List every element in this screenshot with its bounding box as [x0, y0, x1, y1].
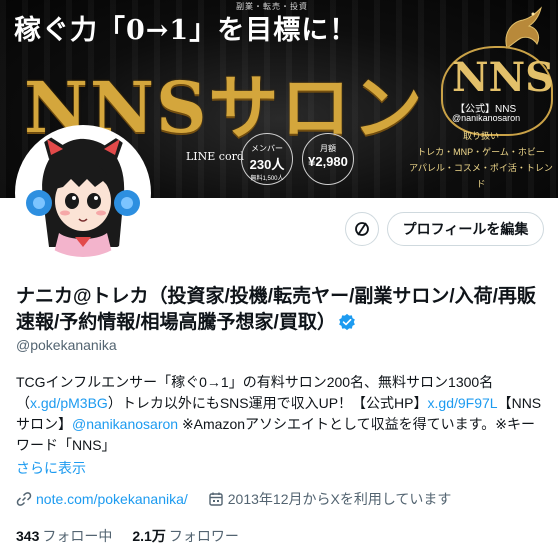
- verified-badge-icon[interactable]: [338, 313, 356, 331]
- avatar[interactable]: [15, 125, 151, 261]
- avatar-illustration: [19, 129, 147, 257]
- edit-profile-button[interactable]: プロフィールを編集: [387, 212, 544, 246]
- custom-feed-button[interactable]: [345, 212, 379, 246]
- profile-meta: note.com/pokekananika/ 2013年12月からXを利用してい…: [16, 489, 471, 509]
- following-link[interactable]: 343 フォロー中: [16, 526, 112, 546]
- profile-bio: TCGインフルエンサー「稼ぐ0→1」の有料サロン200名、無料サロン1300名（…: [16, 372, 546, 456]
- follow-stats: 343 フォロー中 2.1万 フォロワー: [16, 526, 259, 546]
- display-name-text: ナニカ@トレカ（投資家/投機/転売ヤー/副業サロン/入荷/再販速報/予約情報/相…: [16, 286, 536, 333]
- banner-line-badge-text: LINE cord: [186, 150, 244, 163]
- banner-categories-title: 取り扱い: [462, 131, 499, 141]
- members-badge-value: 230人: [249, 157, 285, 172]
- price-badge-value: ¥2,980: [308, 154, 348, 169]
- joined-date: 2013年12月からXを利用しています: [227, 491, 452, 507]
- display-name: ナニカ@トレカ（投資家/投機/転売ヤー/副業サロン/入荷/再販速報/予約情報/相…: [16, 284, 546, 336]
- banner-categories-line1: トレカ・MNP・ゲーム・ホビー: [417, 147, 545, 157]
- following-label: フォロー中: [42, 528, 113, 544]
- followers-label: フォロワー: [168, 528, 239, 544]
- calendar-icon: [209, 492, 223, 506]
- banner-members-badge: メンバー 230人 無料1,500人: [241, 133, 293, 185]
- banner-categories: 取り扱い トレカ・MNP・ゲーム・ホビー アパレル・コスメ・ポイ活・トレンド: [406, 128, 556, 192]
- bio-link-salon[interactable]: x.gd/pM3BG: [30, 395, 108, 411]
- slashed-circle-icon: [355, 222, 369, 236]
- website-item[interactable]: note.com/pokekananika/: [16, 491, 188, 507]
- banner-price-badge: 月額 ¥2,980: [302, 133, 354, 185]
- link-icon: [16, 492, 32, 506]
- following-count: 343: [16, 528, 40, 544]
- members-badge-free: 無料1,500人: [250, 176, 284, 182]
- username-handle: @pokekananika: [16, 337, 117, 353]
- bio-link-homepage[interactable]: x.gd/9F97L: [428, 395, 498, 411]
- bio-text-2: ）トレカ以外にもSNS運用で収入UP！【公式HP】: [107, 395, 428, 411]
- website-link[interactable]: note.com/pokekananika/: [36, 491, 188, 507]
- joined-item: 2013年12月からXを利用しています: [208, 489, 452, 509]
- show-more-link[interactable]: さらに表示: [16, 458, 86, 478]
- banner-logo-text: NNS: [452, 54, 555, 101]
- members-badge-label: メンバー: [251, 144, 283, 153]
- price-badge-label: 月額: [320, 144, 336, 153]
- followers-count: 2.1万: [132, 528, 166, 544]
- banner-tagline: 稼ぐ力「0→1」を目標に！: [14, 15, 358, 46]
- followers-link[interactable]: 2.1万 フォロワー: [132, 526, 238, 546]
- banner-categories-line2: アパレル・コスメ・ポイ活・トレンド: [409, 163, 553, 189]
- banner-logo-handle: @nanikanosaron: [452, 113, 521, 123]
- bio-mention-nanikanosaron[interactable]: @nanikanosaron: [72, 416, 178, 432]
